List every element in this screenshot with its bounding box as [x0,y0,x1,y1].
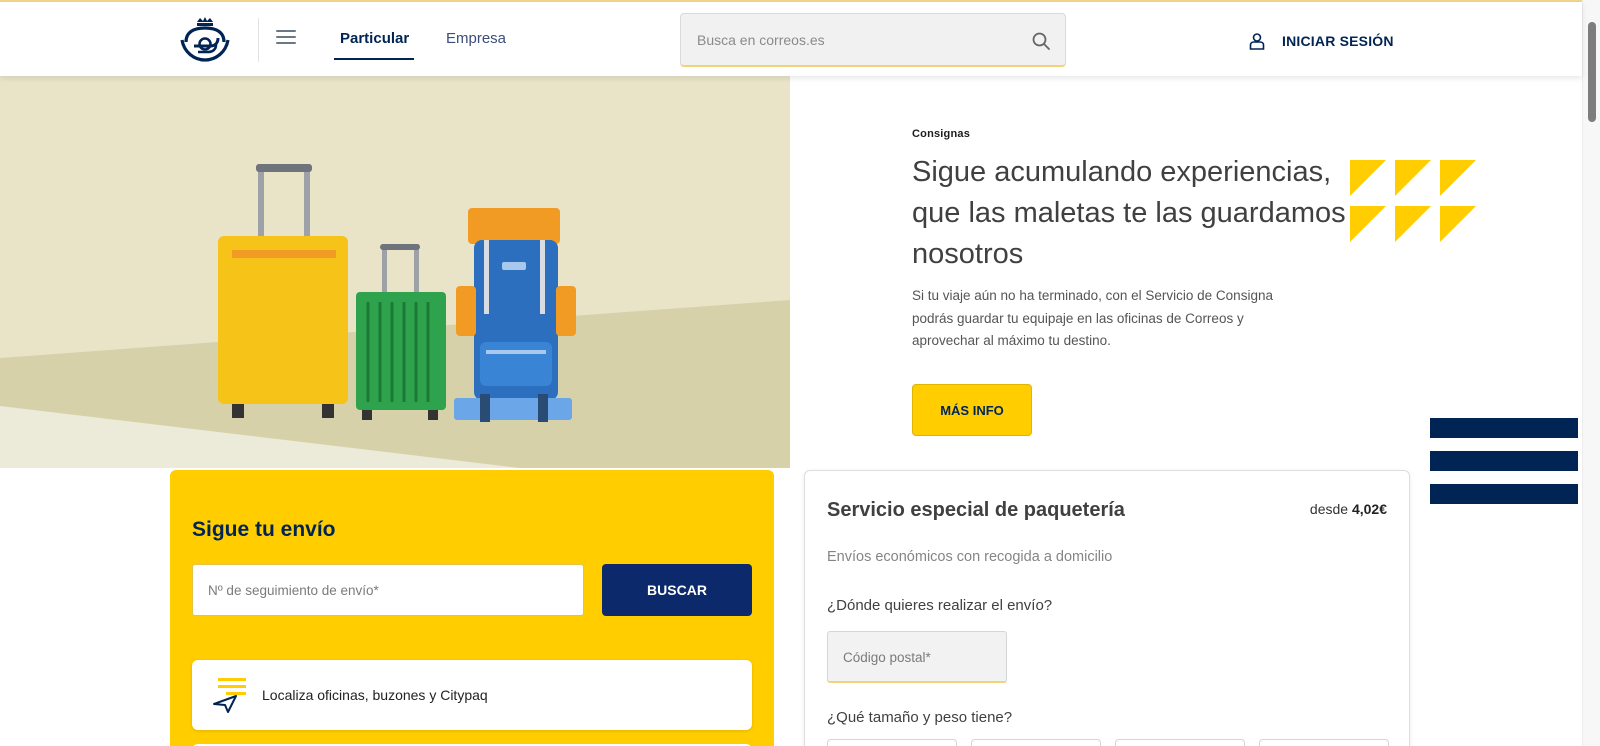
size-option[interactable] [971,739,1101,746]
postal-code-placeholder: Código postal* [843,650,931,665]
hero-copy: Consignas Sigue acumulando experiencias,… [912,128,1352,353]
package-price: desde 4,02€ [1310,501,1387,517]
tracking-title: Sigue tu envío [192,518,336,541]
tracking-card: Sigue tu envío Nº de seguimiento de enví… [170,470,774,746]
size-option[interactable] [1259,739,1389,746]
login-button[interactable]: INICIAR SESIÓN [1248,30,1394,52]
locate-offices-link[interactable]: Localiza oficinas, buzones y Citypaq [192,660,752,730]
tab-particular[interactable]: Particular [340,30,409,47]
hero-eyebrow: Consignas [912,128,971,140]
more-info-button[interactable]: MÁS INFO [912,384,1032,436]
hero-title: Sigue acumulando experiencias, que las m… [912,156,1346,270]
package-title: Servicio especial de paquetería [827,499,1125,521]
scrollbar-thumb[interactable] [1588,22,1596,122]
package-service-card: Servicio especial de paquetería desde 4,… [804,470,1410,746]
search-tracking-button[interactable]: BUSCAR [602,564,752,616]
price-prefix: desde [1309,501,1349,517]
header-divider [258,18,259,62]
tab-empresa[interactable]: Empresa [446,30,506,47]
menu-icon[interactable] [276,30,296,46]
search-placeholder: Busca en correos.es [697,32,825,48]
package-subtitle: Envíos económicos con recogida a domicil… [827,549,1113,565]
size-question: ¿Qué tamaño y peso tiene? [827,709,1013,726]
postal-code-input[interactable]: Código postal* [827,631,1007,683]
where-question: ¿Dónde quieres realizar el envío? [827,597,1053,614]
hero-description: Si tu viaje aún no ha terminado, con el … [912,288,1273,348]
search-icon[interactable] [1031,31,1051,51]
tracking-number-input[interactable]: Nº de seguimiento de envío* [192,564,584,616]
decorative-stripes [1430,418,1578,516]
hero-luggage-illustration [0,76,790,468]
search-input[interactable]: Busca en correos.es [680,13,1066,67]
active-tab-indicator [334,58,414,60]
price-value: 4,02€ [1351,501,1387,517]
page-scrollbar[interactable] [1582,0,1600,746]
login-label: INICIAR SESIÓN [1282,33,1394,49]
tracking-placeholder: Nº de seguimiento de envío* [208,583,379,598]
correos-logo-icon[interactable] [180,16,230,64]
decorative-triangles [1350,160,1476,242]
site-header: Particular Empresa Busca en correos.es I… [0,2,1582,76]
user-icon [1249,33,1265,50]
size-option[interactable] [1115,739,1245,746]
locate-offices-label: Localiza oficinas, buzones y Citypaq [262,687,488,703]
location-arrow-icon [213,678,246,713]
size-option[interactable] [827,739,957,746]
